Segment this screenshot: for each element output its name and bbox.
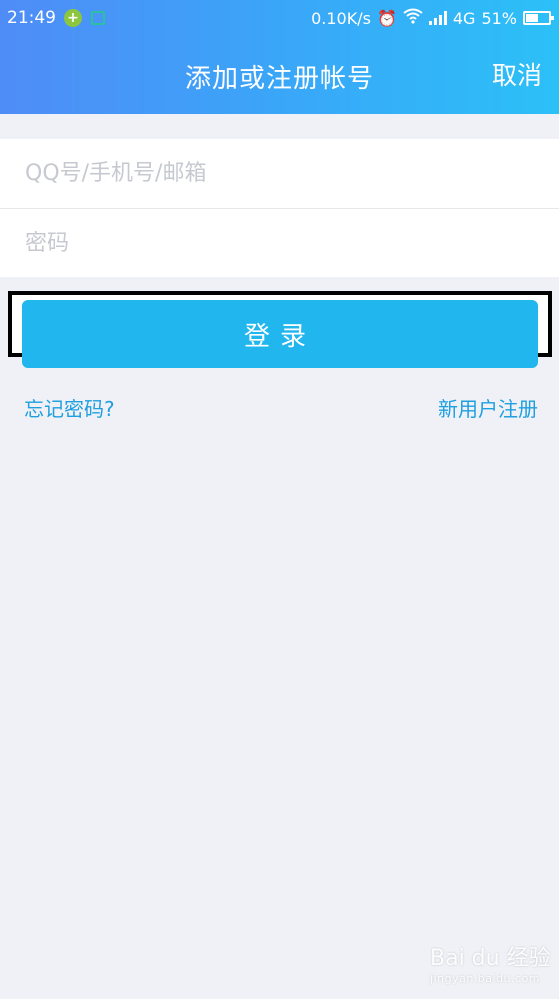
password-input[interactable] (23, 230, 547, 257)
battery-fill (526, 14, 539, 22)
status-right: 0.10K/s ⏰ 4G 51% (311, 8, 554, 28)
status-time: 21:49 (7, 8, 56, 28)
signal-icon (428, 11, 447, 25)
watermark-url: jingyan.baidu.com (430, 972, 541, 985)
login-form (0, 139, 559, 277)
forgot-password-link[interactable]: 忘记密码? (24, 393, 115, 422)
register-link[interactable]: 新用户注册 (438, 393, 538, 422)
app-badge-icon: + (64, 9, 82, 27)
network-speed: 0.10K/s (311, 8, 371, 28)
password-field (0, 209, 559, 278)
status-bar: 21:49 + 0.10K/s ⏰ 4G 51% (0, 0, 559, 36)
watermark-text: Bai du 经验 (430, 946, 551, 971)
alarm-icon: ⏰ (376, 8, 397, 28)
baidu-watermark: Bai du 经验 jingyan.baidu.com (430, 940, 551, 985)
battery-icon (523, 11, 554, 25)
cancel-button[interactable]: 取消 (492, 56, 542, 92)
wifi-icon (403, 8, 423, 28)
page-title: 添加或注册帐号 (184, 64, 374, 94)
network-type: 4G (452, 8, 476, 28)
account-input[interactable] (23, 160, 547, 187)
scan-icon (91, 11, 105, 25)
login-button[interactable]: 登录 (22, 300, 538, 368)
account-field (0, 139, 559, 208)
status-left: 21:49 + (7, 8, 105, 28)
battery-percent: 51% (481, 8, 517, 28)
app-header: 21:49 + 0.10K/s ⏰ 4G 51% 添加或注册帐号 取消 (0, 0, 559, 114)
